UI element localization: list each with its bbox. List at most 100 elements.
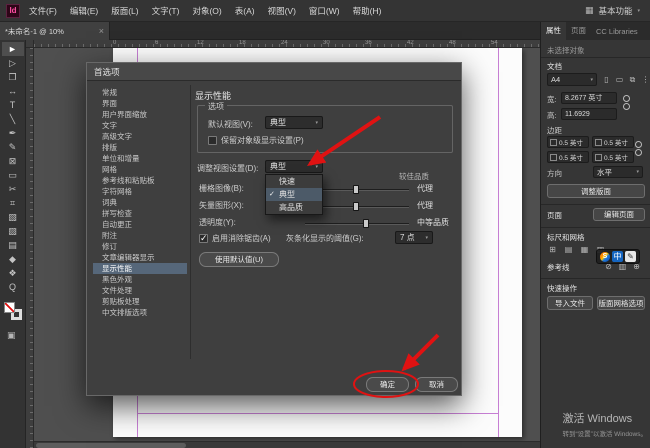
preferences-category[interactable]: 界面 (93, 98, 187, 109)
close-tab-icon[interactable]: × (99, 26, 104, 36)
tab-cc-libraries[interactable]: CC Libraries (591, 24, 643, 40)
rectangle-tool[interactable]: ▭ (2, 168, 24, 182)
preferences-category[interactable]: 显示性能 (93, 263, 187, 274)
document-grid-icon[interactable]: ▦ (579, 244, 590, 256)
fill-swatch-none[interactable] (4, 302, 15, 313)
vertical-ruler[interactable] (26, 48, 34, 448)
ime-pen-icon[interactable]: ✎ (625, 251, 636, 262)
greek-threshold-select[interactable]: 7 点 ▾ (395, 231, 433, 244)
pencil-tool[interactable]: ✎ (2, 140, 24, 154)
facing-pages-icon[interactable]: ⧉ (627, 74, 638, 86)
workspace-switcher[interactable]: 基本功能 (598, 5, 632, 17)
menu-item[interactable]: 视图(V) (268, 5, 296, 17)
import-file-button[interactable]: 导入文件 (547, 296, 593, 310)
gap-tool[interactable]: ↔ (2, 84, 24, 98)
slider-thumb[interactable] (353, 185, 359, 194)
margin-field[interactable]: 0.5 英寸 (592, 136, 634, 148)
preferences-category[interactable]: 词典 (93, 197, 187, 208)
menu-item[interactable]: 版面(L) (111, 5, 138, 17)
preferences-category[interactable]: 中文排版选项 (93, 307, 187, 318)
ime-mode-icon[interactable]: 中 (612, 251, 623, 262)
page-size-select[interactable]: A4 ▾ (547, 73, 597, 86)
menu-item[interactable]: 对象(O) (192, 5, 221, 17)
gradient-tool[interactable]: ▧ (2, 210, 24, 224)
screen-mode-icon[interactable]: ▣ (7, 330, 16, 341)
slider-thumb[interactable] (363, 219, 369, 228)
tab-pages[interactable]: 页面 (566, 22, 591, 40)
ruler-origin-corner[interactable] (26, 40, 34, 48)
ok-button[interactable]: 确定 (366, 377, 409, 392)
note-tool[interactable]: ▤ (2, 238, 24, 252)
preferences-category[interactable]: 排版 (93, 142, 187, 153)
preferences-category[interactable]: 黑色外观 (93, 274, 187, 285)
menu-item[interactable]: 文字(T) (152, 5, 180, 17)
preferences-category[interactable]: 拼写检查 (93, 208, 187, 219)
landscape-icon[interactable]: ▭ (614, 74, 625, 86)
layout-grid-options-button[interactable]: 版面网格选项 (597, 296, 645, 310)
preferences-category[interactable]: 单位和增量 (93, 153, 187, 164)
adjust-view-settings-select[interactable]: 典型 ▾ (265, 160, 323, 173)
frame-tool[interactable]: ⊠ (2, 154, 24, 168)
preferences-category[interactable]: 修订 (93, 241, 187, 252)
baseline-grid-icon[interactable]: ▤ (563, 244, 574, 256)
margin-field[interactable]: 0.5 英寸 (592, 151, 634, 163)
menu-item[interactable]: 帮助(H) (353, 5, 382, 17)
hand-tool[interactable]: ❖ (2, 266, 24, 280)
preferences-category[interactable]: 自动更正 (93, 219, 187, 230)
line-tool[interactable]: ╲ (2, 112, 24, 126)
pen-tool[interactable]: ✒ (2, 126, 24, 140)
preserve-object-display-checkbox[interactable] (208, 136, 217, 145)
preferences-category[interactable]: 文件处理 (93, 285, 187, 296)
scrollbar-thumb[interactable] (36, 443, 186, 448)
fill-stroke-swatches[interactable] (4, 302, 22, 320)
cancel-button[interactable]: 取消 (415, 377, 458, 392)
menu-item[interactable]: 表(A) (235, 5, 255, 17)
orientation-select[interactable]: 水平 ▾ (593, 166, 643, 178)
horizontal-scrollbar[interactable] (34, 441, 540, 448)
gradient-feather-tool[interactable]: ▨ (2, 224, 24, 238)
portrait-icon[interactable]: ▯ (601, 74, 612, 86)
sogou-icon[interactable]: S (600, 252, 610, 262)
edit-pages-button[interactable]: 编辑页面 (593, 208, 645, 221)
preferences-category[interactable]: 参考线和粘贴板 (93, 175, 187, 186)
preferences-category[interactable]: 用户界面缩放 (93, 109, 187, 120)
antialias-checkbox[interactable] (199, 234, 208, 243)
slider-thumb[interactable] (353, 202, 359, 211)
adjust-layout-button[interactable]: 调整版面 (547, 184, 645, 198)
eyedropper-tool[interactable]: ◆ (2, 252, 24, 266)
selection-tool[interactable]: ► (2, 42, 24, 56)
page-tool[interactable]: ❐ (2, 70, 24, 84)
use-defaults-button[interactable]: 使用默认值(U) (199, 252, 279, 267)
zoom-tool[interactable]: Q (2, 280, 24, 294)
preferences-category[interactable]: 网格 (93, 164, 187, 175)
free-transform-tool[interactable]: ⌗ (2, 196, 24, 210)
link-margins-icon[interactable] (635, 141, 642, 154)
menu-item[interactable]: 窗口(W) (309, 5, 340, 17)
tab-properties[interactable]: 属性 (541, 22, 566, 40)
document-tab[interactable]: *未命名-1 @ 10% × (0, 22, 110, 40)
menu-item[interactable]: 编辑(E) (70, 5, 98, 17)
default-view-select[interactable]: 典型 ▾ (265, 116, 323, 129)
preferences-category[interactable]: 附注 (93, 230, 187, 241)
preferences-category[interactable]: 文章编辑器显示 (93, 252, 187, 263)
link-dimensions-icon[interactable] (623, 95, 630, 108)
dialog-title-bar[interactable]: 首选项 (87, 63, 461, 81)
margin-field[interactable]: 0.5 英寸 (547, 151, 589, 163)
dropdown-option[interactable]: ✓ 典型 (266, 188, 322, 201)
preferences-category[interactable]: 字符网格 (93, 186, 187, 197)
menu-item[interactable]: 文件(F) (29, 5, 57, 17)
dropdown-option[interactable]: 高品质 (266, 201, 322, 214)
margin-field[interactable]: 0.5 英寸 (547, 136, 589, 148)
width-field[interactable]: 8.2677 英寸 (561, 92, 617, 104)
direct-selection-tool[interactable]: ▷ (2, 56, 24, 70)
dropdown-option[interactable]: 快速 (266, 175, 322, 188)
height-field[interactable]: 11.6929 (561, 108, 617, 120)
type-tool[interactable]: T (2, 98, 24, 112)
preferences-category[interactable]: 剪贴板处理 (93, 296, 187, 307)
rulers-icon[interactable]: ⊞ (547, 244, 558, 256)
preferences-category[interactable]: 文字 (93, 120, 187, 131)
horizontal-ruler[interactable]: 061218243036424854 (34, 40, 540, 48)
preferences-category[interactable]: 常规 (93, 87, 187, 98)
transparency-slider[interactable] (305, 223, 409, 225)
preferences-category[interactable]: 高级文字 (93, 131, 187, 142)
